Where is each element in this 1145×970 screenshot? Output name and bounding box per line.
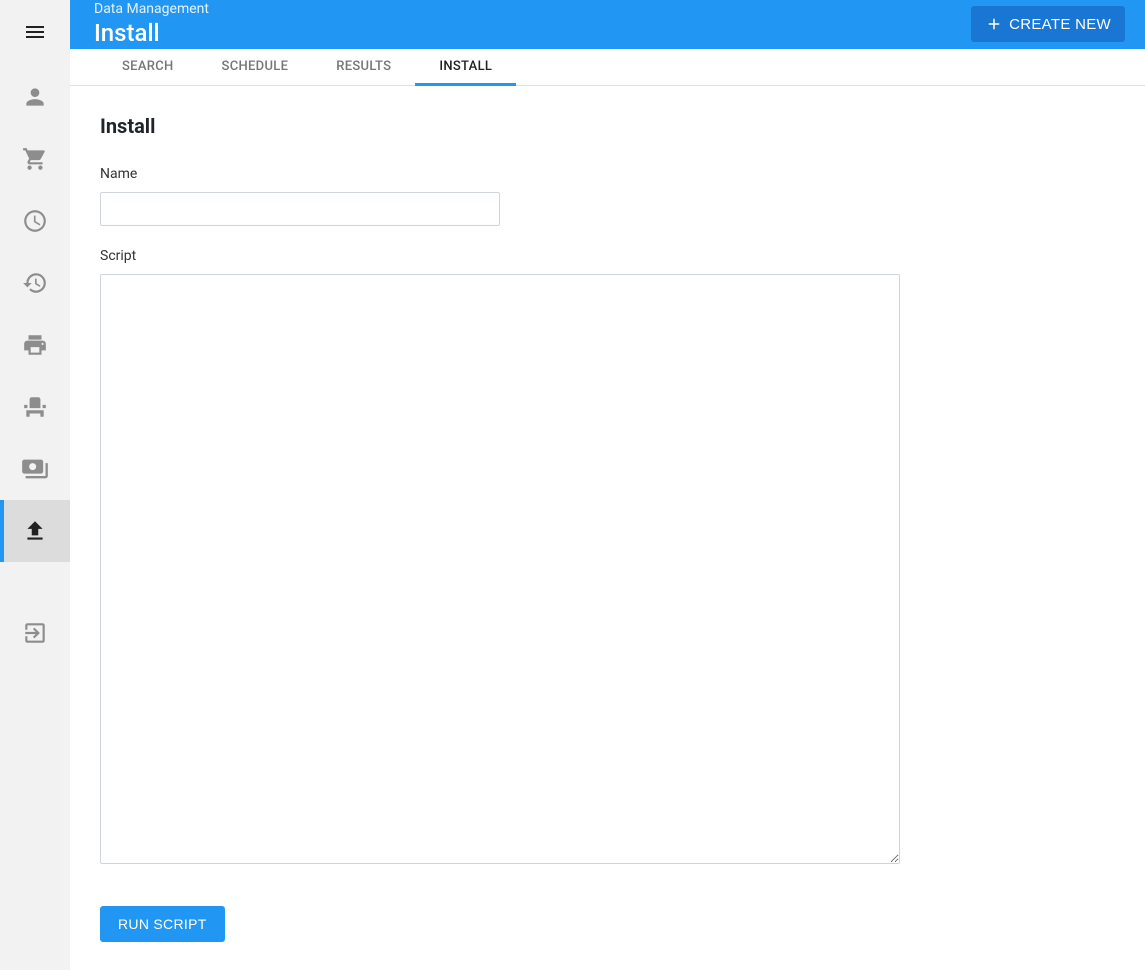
- content: Install Name Script RUN SCRIPT: [70, 86, 1145, 970]
- run-script-label: RUN SCRIPT: [118, 916, 207, 932]
- plus-icon: [985, 15, 1003, 33]
- tab-install[interactable]: INSTALL: [415, 49, 516, 85]
- script-textarea[interactable]: [100, 274, 900, 864]
- tab-label: INSTALL: [439, 59, 492, 74]
- sidebar-item-clock[interactable]: [0, 190, 70, 252]
- breadcrumb: Data Management: [94, 1, 209, 18]
- cart-icon: [22, 146, 48, 172]
- tab-label: SCHEDULE: [222, 59, 289, 74]
- menu-icon[interactable]: [0, 12, 70, 52]
- run-script-button[interactable]: RUN SCRIPT: [100, 906, 225, 942]
- sidebar-item-payments[interactable]: [0, 438, 70, 500]
- tab-results[interactable]: RESULTS: [312, 49, 415, 85]
- tab-search[interactable]: SEARCH: [98, 49, 198, 85]
- create-new-label: CREATE NEW: [1009, 16, 1111, 33]
- sidebar-item-cart[interactable]: [0, 128, 70, 190]
- history-icon: [22, 270, 48, 296]
- name-input[interactable]: [100, 192, 500, 226]
- header: Data Management Install CREATE NEW: [70, 0, 1145, 49]
- tab-schedule[interactable]: SCHEDULE: [198, 49, 313, 85]
- seat-icon: [22, 394, 48, 420]
- section-heading: Install: [100, 114, 1115, 138]
- clock-icon: [22, 208, 48, 234]
- payments-icon: [21, 455, 49, 483]
- page-title: Install: [94, 19, 209, 48]
- create-new-button[interactable]: CREATE NEW: [971, 6, 1125, 42]
- tabs: SEARCH SCHEDULE RESULTS INSTALL: [70, 49, 1145, 86]
- main: Data Management Install CREATE NEW SEARC…: [70, 0, 1145, 970]
- name-label: Name: [100, 166, 1115, 182]
- sidebar-item-print[interactable]: [0, 314, 70, 376]
- tab-label: RESULTS: [336, 59, 391, 74]
- print-icon: [22, 332, 48, 358]
- sidebar-item-exit[interactable]: [0, 602, 70, 664]
- sidebar-item-history[interactable]: [0, 252, 70, 314]
- upload-icon: [22, 518, 48, 544]
- script-label: Script: [100, 248, 1115, 264]
- exit-icon: [22, 620, 48, 646]
- sidebar-item-person[interactable]: [0, 66, 70, 128]
- tab-label: SEARCH: [122, 59, 174, 74]
- sidebar: [0, 0, 70, 970]
- sidebar-item-seat[interactable]: [0, 376, 70, 438]
- sidebar-item-upload[interactable]: [0, 500, 70, 562]
- person-icon: [22, 84, 48, 110]
